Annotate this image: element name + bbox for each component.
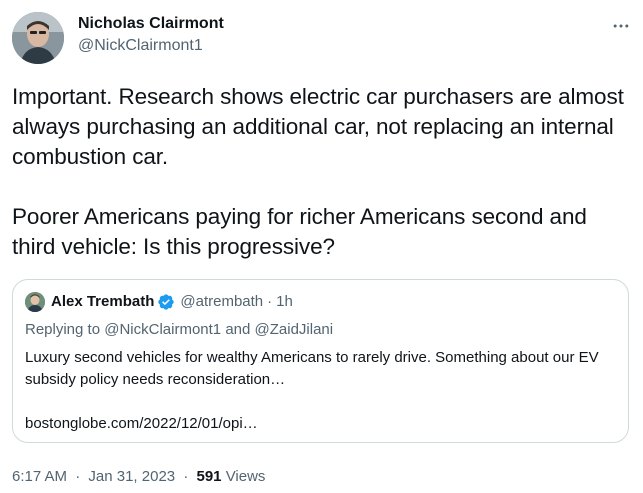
views-label: Views <box>225 468 266 485</box>
tweet-date[interactable]: Jan 31, 2023 <box>88 468 175 485</box>
quoted-tweet-header: Alex Trembath @atrembath · 1h <box>25 292 293 312</box>
meta-separator: · <box>183 468 189 485</box>
quoted-replying-to: Replying to @NickClairmont1 and @ZaidJil… <box>25 320 333 340</box>
verified-badge-icon <box>157 293 175 311</box>
more-horizontal-icon[interactable] <box>609 14 633 38</box>
author-display-name[interactable]: Nicholas Clairmont <box>78 14 224 34</box>
quoted-timestamp[interactable]: 1h <box>276 292 293 312</box>
quoted-author-display-name[interactable]: Alex Trembath <box>51 292 154 312</box>
author-avatar[interactable] <box>12 12 64 64</box>
quoted-author-handle[interactable]: @atrembath <box>180 292 263 312</box>
tweet-time[interactable]: 6:17 AM <box>12 468 67 485</box>
reply-mention-link[interactable]: @ZaidJilani <box>255 321 334 338</box>
tweet-paragraph: Important. Research shows electric car p… <box>12 84 624 169</box>
tweet: Nicholas Clairmont @NickClairmont1 Impor… <box>0 0 643 493</box>
tweet-metadata: 6:17 AM · Jan 31, 2023 · 591 Views <box>12 467 265 487</box>
reply-mention-link[interactable]: @NickClairmont1 <box>104 321 221 338</box>
views-count: 591 <box>196 468 222 485</box>
quoted-tweet-card[interactable]: Alex Trembath @atrembath · 1h Replying t… <box>12 279 629 443</box>
author-info: Nicholas Clairmont @NickClairmont1 <box>78 14 224 56</box>
quoted-separator: · <box>267 293 273 310</box>
replying-to-and: and <box>225 321 251 338</box>
tweet-paragraph: Poorer Americans paying for richer Ameri… <box>12 204 587 259</box>
meta-separator: · <box>75 468 81 485</box>
author-handle[interactable]: @NickClairmont1 <box>78 36 224 56</box>
quoted-tweet-link[interactable]: bostonglobe.com/2022/12/01/opi… <box>25 414 258 434</box>
tweet-text: Important. Research shows electric car p… <box>12 82 634 262</box>
replying-to-prefix: Replying to <box>25 321 101 338</box>
quoted-author-avatar[interactable] <box>25 292 45 312</box>
quoted-tweet-text: Luxury second vehicles for wealthy Ameri… <box>25 349 599 388</box>
